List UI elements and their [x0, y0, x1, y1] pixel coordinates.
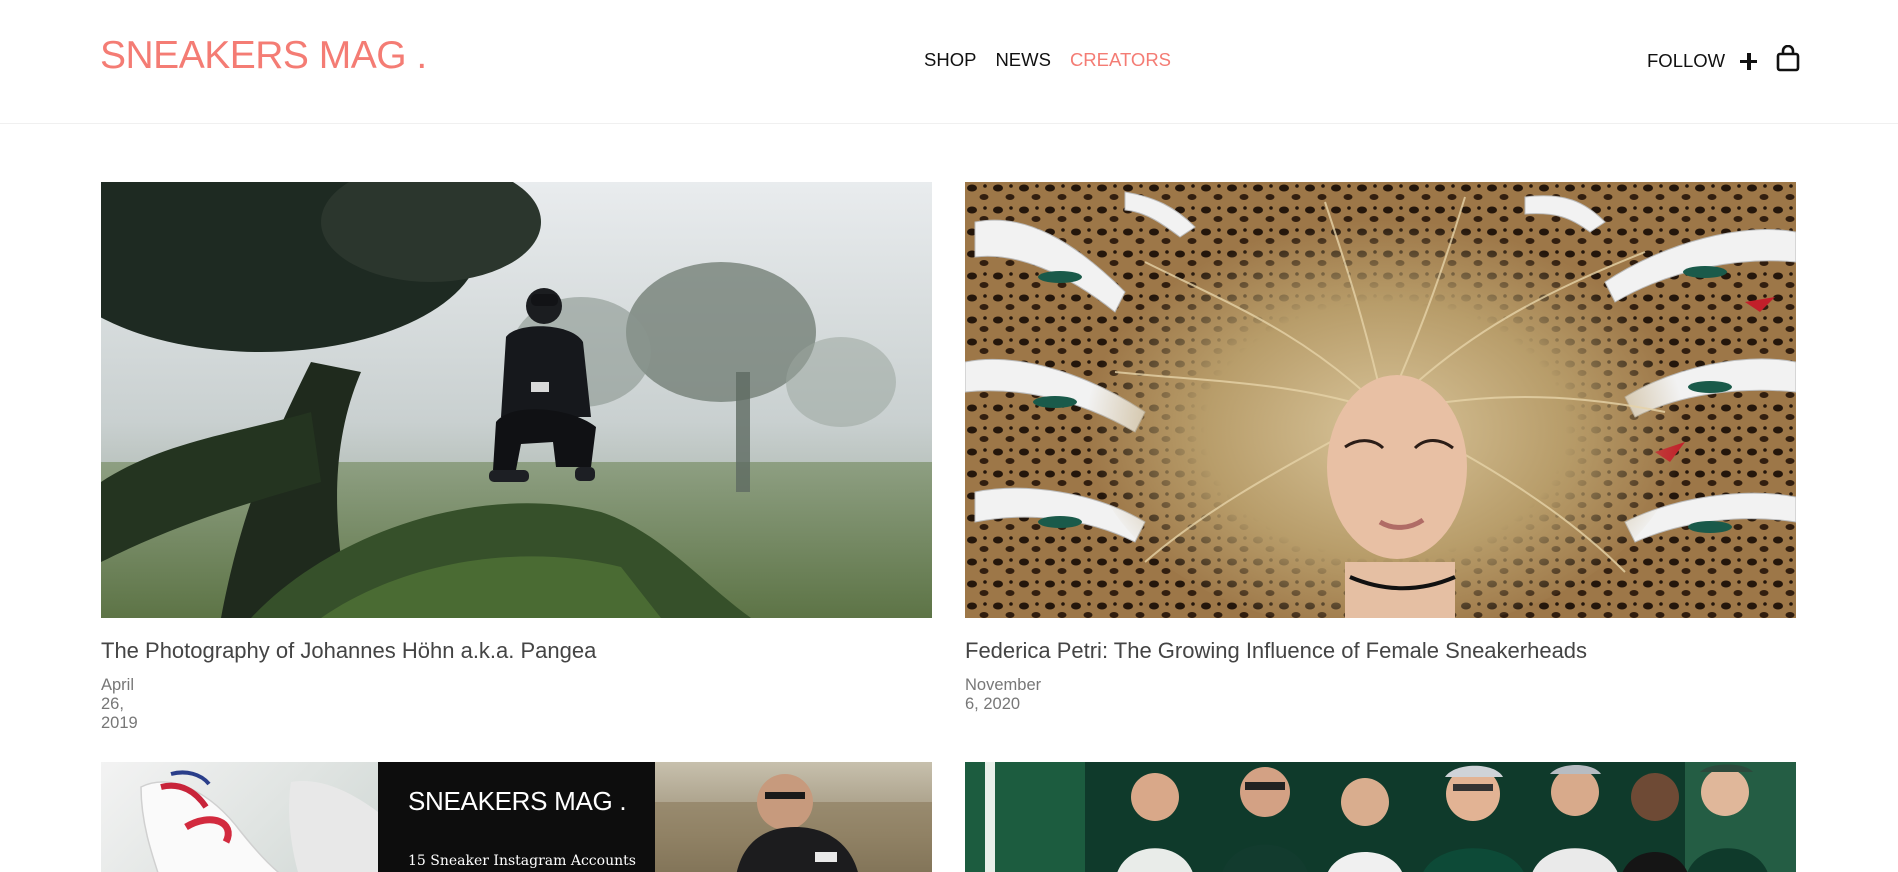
nav-shop[interactable]: SHOP — [924, 49, 976, 71]
main-nav: SHOP NEWS CREATORS — [924, 49, 1171, 71]
collage-man-photo — [655, 762, 932, 872]
site-header: SNEAKERS MAG . SHOP NEWS CREATORS FOLLOW — [0, 0, 1898, 124]
collage-caption: 15 Sneaker Instagram Accounts — [408, 853, 636, 869]
collage-sneaker-photo — [101, 762, 378, 872]
header-actions: FOLLOW — [1647, 44, 1800, 77]
collage-brand-text: SNEAKERS MAG . — [408, 786, 627, 816]
article-image-group-photo[interactable] — [965, 762, 1796, 872]
nav-creators[interactable]: CREATORS — [1070, 49, 1171, 71]
site-logo[interactable]: SNEAKERS MAG . — [100, 34, 427, 78]
article-title[interactable]: Federica Petri: The Growing Influence of… — [965, 638, 1587, 664]
article-date: November 6, 2020 — [965, 676, 1042, 713]
article-date: April 26, 2019 — [101, 676, 138, 732]
shopping-bag-icon[interactable] — [1776, 44, 1800, 77]
article-title[interactable]: The Photography of Johannes Höhn a.k.a. … — [101, 638, 596, 664]
article-image-instagram-collage[interactable]: SNEAKERS MAG . 15 Sneaker Instagram Acco… — [101, 762, 932, 872]
follow-link[interactable]: FOLLOW — [1647, 50, 1725, 72]
plus-icon[interactable] — [1740, 52, 1758, 70]
nav-news[interactable]: NEWS — [995, 49, 1051, 71]
article-image-woman-sneakers[interactable] — [965, 182, 1796, 618]
article-image-forest-photographer[interactable] — [101, 182, 932, 618]
collage-brand-panel: SNEAKERS MAG . 15 Sneaker Instagram Acco… — [378, 762, 655, 872]
